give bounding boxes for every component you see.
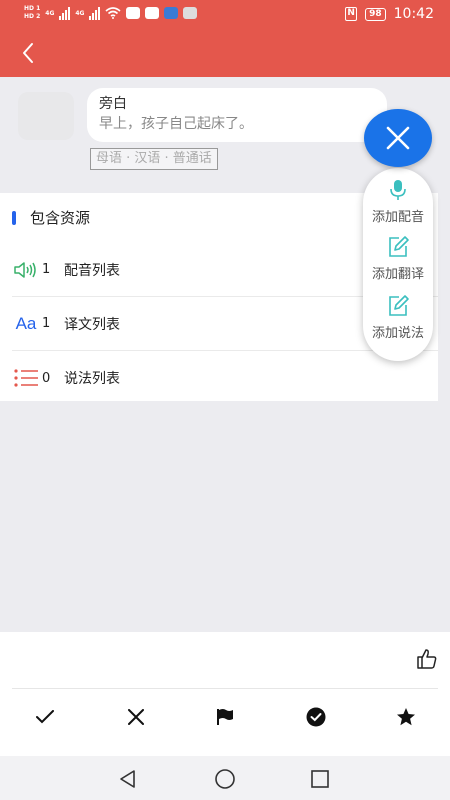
circle-home-icon xyxy=(215,769,235,789)
network-type-1: 4G xyxy=(45,9,55,17)
nfc-icon: N xyxy=(345,7,358,21)
divider xyxy=(12,688,438,689)
floating-add-menu: 添加配音 添加翻译 添加说法 xyxy=(363,168,433,361)
translation-label: 译文列表 xyxy=(64,316,120,333)
translation-count: 1 xyxy=(42,316,51,331)
translate-icon: Aa xyxy=(15,313,37,333)
signal-icon-2 xyxy=(89,6,101,20)
status-time: 10:42 xyxy=(393,6,434,22)
network-type-2: 4G xyxy=(75,9,85,17)
close-menu-button[interactable] xyxy=(364,109,432,167)
list-icon xyxy=(12,367,40,389)
section-marker xyxy=(12,210,16,225)
edit-icon xyxy=(389,236,409,257)
expression-count: 0 xyxy=(42,370,51,386)
app-notification-icon xyxy=(126,7,141,19)
narration-role: 旁白 xyxy=(99,96,127,112)
add-translation-button[interactable]: 添加翻译 xyxy=(363,235,433,291)
resources-title: 包含资源 xyxy=(30,209,91,227)
check-circle-icon xyxy=(306,707,326,727)
action-bar xyxy=(0,702,450,732)
star-icon xyxy=(397,708,415,726)
add-expression-label: 添加说法 xyxy=(371,326,424,341)
dubbing-label: 配音列表 xyxy=(64,262,120,279)
speaker-icon xyxy=(12,259,40,281)
narration-bubble[interactable]: 旁白 早上，孩子自己起床了。 xyxy=(87,88,387,142)
avatar xyxy=(18,92,74,140)
check-icon xyxy=(36,710,54,724)
triangle-back-icon xyxy=(120,770,135,788)
chevron-left-icon xyxy=(23,43,33,63)
nav-home-button[interactable] xyxy=(214,768,236,790)
dubbing-count: 1 xyxy=(42,262,51,277)
reject-button[interactable] xyxy=(121,702,151,732)
bottom-sheet xyxy=(0,632,450,756)
add-dubbing-label: 添加配音 xyxy=(371,210,424,225)
resources-header: 包含资源 xyxy=(12,207,90,228)
sim1-label: HD 1 xyxy=(24,5,41,12)
close-icon xyxy=(386,126,410,150)
like-button[interactable] xyxy=(416,648,438,670)
status-bar: HD 1 HD 2 4G 4G N 98 10:42 xyxy=(0,0,450,30)
sim2-label: HD 2 xyxy=(24,13,41,20)
nav-back-button[interactable] xyxy=(117,768,139,790)
nav-recents-button[interactable] xyxy=(309,768,331,790)
add-translation-label: 添加翻译 xyxy=(371,267,424,282)
status-right: N 98 10:42 xyxy=(345,6,434,22)
edit-icon xyxy=(389,295,409,316)
flag-button[interactable] xyxy=(210,702,240,732)
favorite-button[interactable] xyxy=(391,702,421,732)
language-tag: 母语 · 汉语 · 普通话 xyxy=(90,148,218,170)
narration-text: 早上，孩子自己起床了。 xyxy=(99,116,253,132)
back-button[interactable] xyxy=(14,38,44,68)
accept-button[interactable] xyxy=(30,702,60,732)
wifi-icon xyxy=(105,7,122,19)
close-icon xyxy=(128,709,144,725)
square-recents-icon xyxy=(311,770,329,788)
wechat-icon xyxy=(145,7,160,19)
approve-button[interactable] xyxy=(301,702,331,732)
resource-row-expression[interactable]: 0 说法列表 xyxy=(12,351,438,405)
flag-icon xyxy=(217,709,233,725)
add-dubbing-button[interactable]: 添加配音 xyxy=(363,178,433,234)
thumbs-up-icon xyxy=(417,649,437,669)
top-app-bar xyxy=(0,30,450,77)
sim-indicator: HD 1 HD 2 xyxy=(24,5,40,21)
system-nav-bar xyxy=(0,756,450,800)
expression-label: 说法列表 xyxy=(64,371,120,387)
app-notification-icon-3 xyxy=(183,7,198,19)
signal-icon xyxy=(59,6,71,20)
microphone-icon xyxy=(390,180,406,200)
add-expression-button[interactable]: 添加说法 xyxy=(363,294,433,350)
app-notification-icon-2 xyxy=(164,7,179,19)
battery-indicator: 98 xyxy=(365,7,386,21)
status-left: HD 1 HD 2 4G 4G xyxy=(24,5,198,21)
